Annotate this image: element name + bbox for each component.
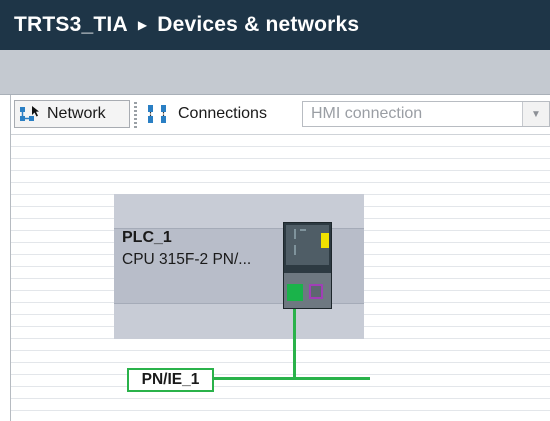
toolbar-grip bbox=[134, 102, 137, 128]
editor-header-bar bbox=[0, 50, 550, 95]
network-link-vertical[interactable] bbox=[293, 309, 296, 379]
profinet-port-icon[interactable] bbox=[287, 284, 303, 301]
connections-icon bbox=[148, 105, 166, 123]
breadcrumb-arrow-icon: ▶ bbox=[137, 18, 148, 32]
connections-label: Connections bbox=[178, 105, 267, 122]
connection-type-select[interactable]: HMI connection ▼ bbox=[302, 101, 550, 127]
connections-button[interactable]: Connections bbox=[146, 100, 267, 128]
mpi-port-icon[interactable] bbox=[309, 284, 323, 299]
network-view-button[interactable]: Network bbox=[14, 100, 130, 128]
cpu-slot-mark bbox=[294, 229, 296, 239]
subnet-label[interactable]: PN/IE_1 bbox=[127, 368, 214, 392]
left-panel-edge bbox=[0, 95, 11, 421]
project-name[interactable]: TRTS3_TIA bbox=[14, 13, 128, 37]
chevron-down-icon[interactable]: ▼ bbox=[522, 102, 549, 126]
connection-type-value: HMI connection bbox=[311, 105, 423, 122]
network-icon bbox=[20, 106, 39, 121]
network-button-label: Network bbox=[47, 105, 106, 122]
breadcrumb: TRTS3_TIA ▶ Devices & networks bbox=[0, 0, 550, 50]
subnet-line[interactable] bbox=[214, 377, 370, 380]
cpu-slot-mark bbox=[294, 245, 296, 255]
status-led-icon bbox=[321, 233, 329, 248]
cpu-slot-mark bbox=[300, 229, 306, 231]
cpu-module-icon[interactable] bbox=[283, 222, 332, 309]
device-name: PLC_1 bbox=[122, 229, 172, 246]
device-type: CPU 315F-2 PN/... bbox=[122, 251, 252, 268]
section-title: Devices & networks bbox=[157, 13, 360, 36]
network-toolbar: Network Connections HMI connection ▼ bbox=[0, 95, 550, 135]
